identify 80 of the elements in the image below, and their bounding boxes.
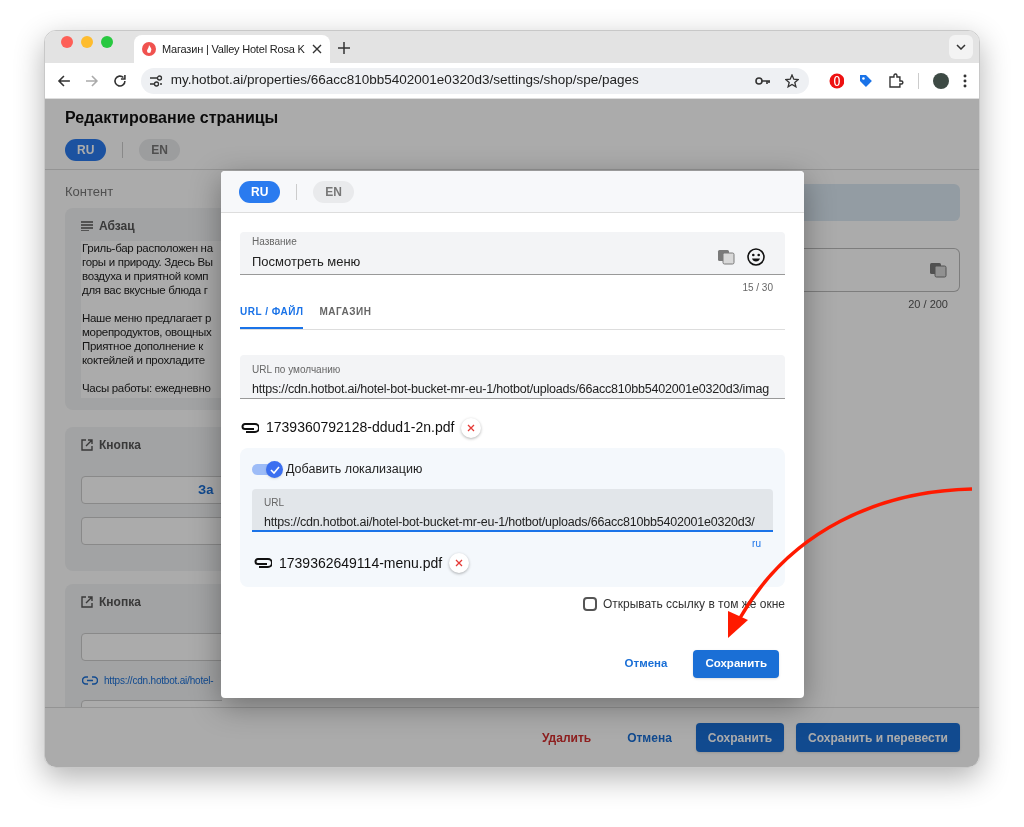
site-settings-icon[interactable] <box>148 74 163 87</box>
emoji-icon[interactable] <box>747 248 765 266</box>
character-counter: 15 / 30 <box>741 281 774 295</box>
language-tab[interactable]: RU <box>239 180 281 203</box>
paragraph-line: горы и природу. Здесь Вы <box>82 254 214 269</box>
cancel-button[interactable]: Отмена <box>612 649 680 678</box>
close-icon[interactable] <box>312 44 322 54</box>
language-tab[interactable]: RU <box>65 139 107 161</box>
close-icon <box>467 423 476 432</box>
toggle-switch[interactable] <box>252 461 284 478</box>
address-bar[interactable]: my.hotbot.ai/properties/66acc810bb5402001e0320d3/settings/shop/spe/pages <box>140 67 809 94</box>
name-field[interactable]: Название Посмотреть меню <box>240 232 785 275</box>
link[interactable]: https://cdn.hotbot.ai/hotel- <box>104 672 214 688</box>
file-name: 1739360792128-ddud1-2n.pdf <box>266 418 455 437</box>
character-counter: 20 / 200 <box>907 297 949 312</box>
paragraph-icon <box>81 220 93 231</box>
field-label: Название <box>252 235 298 250</box>
forward-icon[interactable] <box>84 73 99 88</box>
block-title: Абзац <box>99 217 135 235</box>
external-link-icon <box>81 438 93 451</box>
paperclip-icon <box>254 557 272 570</box>
new-tab-icon[interactable] <box>338 42 350 54</box>
url-field[interactable]: URL https://cdn.hotbot.ai/hotel-bot-bucket-mr-eu-1/hotbot/uploads/66acc810bb5402001e0320d3/ <box>252 488 773 532</box>
block-title: Кнопка <box>99 436 141 454</box>
field-value: https://cdn.hotbot.ai/hotel-bot-bucket-mr-eu-1/hotbot/uploads/66acc810bb5402001e0320d3/ <box>264 513 756 530</box>
page-title: Редактирование страницы <box>65 108 280 128</box>
star-icon[interactable] <box>784 73 799 88</box>
external-link-icon <box>81 595 93 608</box>
section-label: Контент <box>65 183 115 201</box>
language-tab[interactable]: EN <box>313 180 354 203</box>
url-field[interactable]: URL по умолчанию https://cdn.hotbot.ai/hotel-bot-bucket-mr-eu-1/hotbot/uploads/66acc810bb5402001e0320d3/imag <box>240 355 785 399</box>
file-name: 1739362649114-menu.pdf <box>279 553 443 573</box>
field-value: https://cdn.hotbot.ai/hotel-bot-bucket-mr-eu-1/hotbot/uploads/66acc810bb5402001e0320d3/imag <box>252 381 770 398</box>
paragraph-line: для вас вкусные блюда г <box>82 282 209 297</box>
field-label: URL по умолчанию <box>252 363 342 377</box>
locale-hint: ru <box>751 536 762 551</box>
link-icon <box>82 675 98 685</box>
block-title: Кнопка <box>99 593 141 611</box>
paragraph-line: Часы работы: ежедневно <box>82 380 212 395</box>
tab[interactable]: МАГАЗИН <box>319 304 372 329</box>
paragraph-line: воздуха и приятной комп <box>82 268 210 283</box>
remove-file-button[interactable] <box>449 553 470 574</box>
paragraph-line: коктейлей и прохладите <box>82 352 206 367</box>
save-button[interactable]: Сохранить и перевести <box>796 723 960 752</box>
check-icon <box>269 465 280 474</box>
profile-avatar[interactable] <box>933 72 950 89</box>
browser-tab[interactable]: Магазин | Valley Hotel Rosa K <box>134 35 330 63</box>
close-window-icon[interactable] <box>61 35 73 48</box>
button-preview[interactable]: За <box>81 475 222 504</box>
paperclip-icon <box>241 421 259 434</box>
input-field[interactable] <box>804 248 960 292</box>
close-icon <box>455 559 464 568</box>
url-text: my.hotbot.ai/properties/66acc810bb5402001e0320d3/settings/shop/spe/pages <box>170 71 640 90</box>
puzzle-icon[interactable] <box>888 72 905 89</box>
save-button[interactable]: Сохранить <box>693 649 779 678</box>
save-button[interactable]: Сохранить <box>695 723 785 752</box>
field-label: URL <box>264 495 285 510</box>
tab[interactable]: URL / ФАЙЛ <box>240 304 304 329</box>
delete-button[interactable]: Удалить <box>529 723 604 752</box>
language-tab[interactable]: EN <box>139 139 180 161</box>
reload-icon[interactable] <box>112 73 127 88</box>
cancel-button[interactable]: Отмена <box>615 723 684 752</box>
tab-search-button[interactable] <box>949 35 973 59</box>
back-icon[interactable] <box>57 73 71 88</box>
paragraph-line: морепродуктов, овощных <box>82 324 213 339</box>
key-icon[interactable] <box>754 75 771 86</box>
flame-icon <box>142 42 156 56</box>
remove-file-button[interactable] <box>461 417 482 438</box>
extension-icon[interactable] <box>828 72 845 89</box>
paragraph-line: Приятное дополнение к <box>82 338 204 353</box>
tab-title: Магазин | Valley Hotel Rosa K <box>162 41 306 57</box>
paragraph-line: Наше меню предлагает р <box>82 310 213 325</box>
translate-icon <box>929 261 947 279</box>
menu-icon[interactable] <box>963 73 967 88</box>
translate-icon <box>717 248 735 266</box>
field-value: Посмотреть меню <box>252 253 362 272</box>
paragraph-line: Гриль-бар расположен на <box>82 240 214 255</box>
chevron-down-icon <box>956 44 966 50</box>
toggle-label: Добавить локализацию <box>286 461 423 478</box>
checkbox[interactable] <box>582 596 597 611</box>
